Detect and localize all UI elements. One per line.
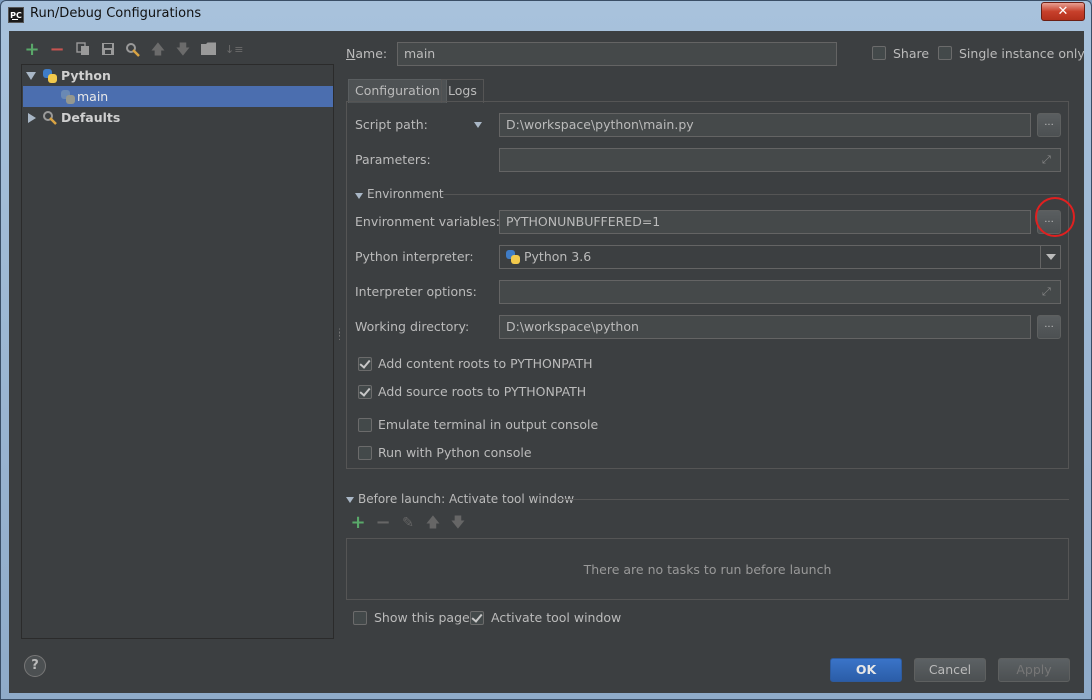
source-roots-label: Add source roots to PYTHONPATH — [378, 384, 587, 399]
move-task-up-icon[interactable]: 🡅 — [425, 515, 441, 531]
window-title: Run/Debug Configurations — [30, 6, 202, 21]
emulate-terminal-label: Emulate terminal in output console — [378, 417, 599, 432]
tree-item-label: Defaults — [61, 110, 121, 125]
working-dir-input[interactable]: D:\workspace\python — [499, 315, 1031, 339]
interp-options-input[interactable]: ⤢ — [499, 280, 1061, 304]
add-icon[interactable]: + — [24, 41, 40, 59]
folder-icon[interactable] — [200, 42, 216, 58]
python-console-checkbox[interactable] — [358, 446, 372, 460]
tab-configuration[interactable]: Configuration — [348, 79, 447, 103]
empty-tasks-text: There are no tasks to run before launch — [583, 562, 832, 577]
source-roots-checkbox[interactable] — [358, 385, 372, 399]
tree-item-label: main — [77, 89, 109, 104]
move-task-down-icon[interactable]: 🡇 — [450, 515, 466, 531]
python-icon — [43, 69, 57, 83]
environment-collapse-icon[interactable] — [355, 193, 363, 199]
python-console-label: Run with Python console — [378, 445, 532, 460]
tree-item-python[interactable]: Python — [23, 65, 333, 86]
script-path-browse-button[interactable]: ... — [1037, 113, 1061, 137]
dialog-content: + − 🡅 🡇 ↓≡ Python main Defaults ⋮ ⋮ Name… — [9, 31, 1085, 693]
collapse-arrow-icon[interactable] — [26, 72, 36, 80]
name-input[interactable]: main — [397, 42, 837, 66]
share-checkbox[interactable] — [872, 46, 886, 60]
tree-item-defaults[interactable]: Defaults — [23, 107, 333, 128]
edit-task-icon[interactable]: ✎ — [400, 515, 416, 531]
environment-section-title: Environment — [367, 187, 444, 201]
edit-defaults-icon[interactable] — [125, 42, 141, 58]
activate-tool-window-checkbox[interactable] — [470, 611, 484, 625]
help-button[interactable]: ? — [24, 655, 46, 677]
section-separator — [556, 499, 1069, 500]
show-page-label: Show this page — [374, 610, 470, 625]
save-icon[interactable] — [100, 42, 116, 58]
content-roots-checkbox[interactable] — [358, 357, 372, 371]
before-launch-collapse-icon[interactable] — [346, 497, 354, 503]
name-label: Name: — [346, 46, 388, 61]
interpreter-select[interactable]: Python 3.6 — [499, 245, 1061, 269]
interp-options-label: Interpreter options: — [355, 284, 477, 299]
expand-field-icon[interactable]: ⤢ — [1042, 286, 1054, 298]
copy-icon[interactable] — [75, 42, 91, 58]
script-path-input[interactable]: D:\workspace\python\main.py — [499, 113, 1031, 137]
splitter-handle[interactable]: ⋮ ⋮ — [335, 329, 344, 347]
python-icon — [506, 250, 520, 264]
env-vars-input[interactable]: PYTHONUNBUFFERED=1 — [499, 210, 1031, 234]
tree-item-main[interactable]: main — [23, 86, 333, 107]
single-instance-label: Single instance only — [959, 46, 1085, 61]
script-path-mode-dropdown-icon[interactable] — [474, 122, 482, 128]
tab-logs[interactable]: Logs — [441, 79, 484, 103]
add-task-icon[interactable]: + — [350, 514, 366, 532]
parameters-label: Parameters: — [355, 152, 431, 167]
interpreter-label: Python interpreter: — [355, 249, 474, 264]
interpreter-selected-value: Python 3.6 — [524, 249, 592, 264]
working-dir-label: Working directory: — [355, 319, 470, 334]
move-down-icon[interactable]: 🡇 — [175, 42, 191, 58]
python-file-icon — [61, 90, 75, 104]
remove-icon[interactable]: − — [49, 41, 65, 59]
section-separator — [443, 194, 1061, 195]
before-launch-title: Before launch: Activate tool window — [358, 492, 575, 506]
working-dir-browse-button[interactable]: ... — [1037, 315, 1061, 339]
configuration-tree: Python main Defaults — [21, 64, 334, 639]
activate-tool-window-label: Activate tool window — [491, 610, 622, 625]
dialog-window: PC Run/Debug Configurations ✕ + − 🡅 🡇 ↓≡… — [0, 0, 1092, 700]
script-path-label: Script path: — [355, 117, 428, 132]
sort-icon[interactable]: ↓≡ — [225, 42, 243, 58]
configuration-panel: Script path: D:\workspace\python\main.py… — [346, 101, 1069, 469]
env-vars-label: Environment variables: — [355, 214, 500, 229]
highlight-annotation-circle — [1035, 197, 1075, 237]
expand-field-icon[interactable]: ⤢ — [1042, 154, 1054, 166]
remove-task-icon[interactable]: − — [375, 514, 391, 532]
tree-item-label: Python — [61, 68, 111, 83]
single-instance-checkbox[interactable] — [938, 46, 952, 60]
apply-button[interactable]: Apply — [998, 658, 1070, 682]
pycharm-logo-icon: PC — [8, 7, 24, 23]
cancel-button[interactable]: Cancel — [914, 658, 986, 682]
parameters-input[interactable]: ⤢ — [499, 148, 1061, 172]
ok-button[interactable]: OK — [830, 658, 902, 682]
defaults-wrench-icon — [42, 110, 58, 126]
expand-arrow-icon[interactable] — [28, 113, 36, 123]
title-bar[interactable]: PC Run/Debug Configurations ✕ — [1, 1, 1091, 29]
content-roots-label: Add content roots to PYTHONPATH — [378, 356, 593, 371]
emulate-terminal-checkbox[interactable] — [358, 418, 372, 432]
chevron-down-icon[interactable] — [1040, 246, 1060, 268]
show-page-checkbox[interactable] — [353, 611, 367, 625]
move-up-icon[interactable]: 🡅 — [150, 42, 166, 58]
share-label: Share — [893, 46, 930, 61]
close-button[interactable]: ✕ — [1041, 2, 1085, 21]
before-launch-task-list: There are no tasks to run before launch — [346, 538, 1069, 600]
